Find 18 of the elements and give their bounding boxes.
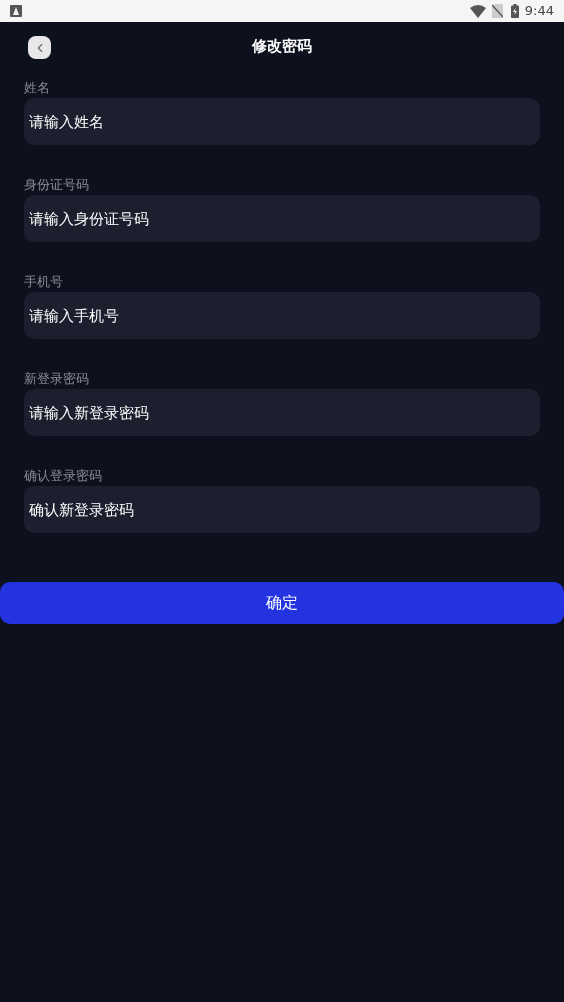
no-sim-icon: [491, 4, 503, 18]
input-field[interactable]: 请输入手机号: [24, 292, 540, 339]
confirm-button[interactable]: 确定: [0, 582, 564, 624]
page-title: 修改密码: [252, 35, 312, 57]
field-label: 姓名: [24, 80, 51, 96]
input-field[interactable]: 请输入新登录密码: [24, 389, 540, 436]
field-label: 手机号: [24, 274, 64, 290]
input-field[interactable]: 请输入姓名: [24, 98, 540, 145]
battery-icon: [510, 4, 519, 18]
field-label: 确认登录密码: [24, 468, 103, 484]
wifi-icon: [469, 4, 486, 18]
notification-icon: [10, 5, 22, 17]
input-field[interactable]: 确认新登录密码: [24, 486, 540, 533]
field-label: 新登录密码: [24, 371, 90, 387]
status-time: 9:44: [524, 2, 554, 21]
field-label: 身份证号码: [24, 177, 90, 193]
back-button[interactable]: [28, 36, 51, 59]
input-field[interactable]: 请输入身份证号码: [24, 195, 540, 242]
